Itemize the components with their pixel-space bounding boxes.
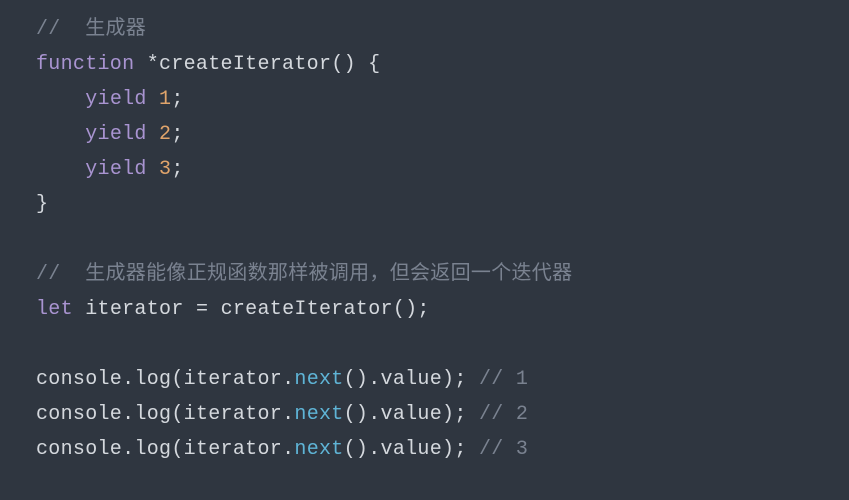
indent <box>36 158 85 181</box>
function-call: createIterator <box>221 298 393 321</box>
call-parens: () <box>344 368 369 391</box>
code-block: // 生成器 function *createIterator() { yiel… <box>36 12 819 467</box>
code-line: } <box>36 187 819 222</box>
semicolon: ; <box>171 158 183 181</box>
space <box>467 438 479 461</box>
code-line: let iterator = createIterator(); <box>36 292 819 327</box>
semicolon: ; <box>171 88 183 111</box>
code-line: console.log(iterator.next().value); // 3 <box>36 432 819 467</box>
space <box>208 298 220 321</box>
semicolon: ; <box>171 123 183 146</box>
identifier: iterator <box>85 298 183 321</box>
semicolon: ; <box>417 298 429 321</box>
blank-line <box>36 222 819 257</box>
identifier: iterator <box>184 438 282 461</box>
brace-open: { <box>356 53 381 76</box>
code-line: console.log(iterator.next().value); // 1 <box>36 362 819 397</box>
keyword-function: function <box>36 53 134 76</box>
comment: // 1 <box>479 368 528 391</box>
number-literal: 2 <box>159 123 171 146</box>
code-line: yield 2; <box>36 117 819 152</box>
call-parens: () <box>344 403 369 426</box>
code-line: // 生成器 <box>36 12 819 47</box>
space <box>467 368 479 391</box>
space <box>147 158 159 181</box>
code-line: console.log(iterator.next().value); // 2 <box>36 397 819 432</box>
code-line: function *createIterator() { <box>36 47 819 82</box>
dot: . <box>368 368 380 391</box>
identifier: iterator <box>184 368 282 391</box>
dot: . <box>282 438 294 461</box>
identifier-console: console <box>36 438 122 461</box>
comment: // 2 <box>479 403 528 426</box>
semicolon: ; <box>454 403 466 426</box>
brace-close: } <box>36 193 48 216</box>
dot: . <box>122 403 134 426</box>
parentheses: () <box>331 53 356 76</box>
dot: . <box>282 368 294 391</box>
dot: . <box>122 368 134 391</box>
dot: . <box>282 403 294 426</box>
code-line: yield 1; <box>36 82 819 117</box>
semicolon: ; <box>454 368 466 391</box>
comment: // 生成器能像正规函数那样被调用，但会返回一个迭代器 <box>36 263 572 286</box>
method-next: next <box>294 403 343 426</box>
keyword-yield: yield <box>85 158 147 181</box>
method-next: next <box>294 368 343 391</box>
space <box>147 88 159 111</box>
method-log: log <box>134 438 171 461</box>
paren-close: ) <box>442 403 454 426</box>
generator-star: * <box>134 53 159 76</box>
code-line: yield 3; <box>36 152 819 187</box>
paren-close: ) <box>442 438 454 461</box>
paren-open: ( <box>171 368 183 391</box>
blank-line <box>36 327 819 362</box>
code-line: // 生成器能像正规函数那样被调用，但会返回一个迭代器 <box>36 257 819 292</box>
identifier-console: console <box>36 368 122 391</box>
identifier: iterator <box>184 403 282 426</box>
keyword-let: let <box>36 298 73 321</box>
function-name: createIterator <box>159 53 331 76</box>
dot: . <box>368 403 380 426</box>
dot: . <box>368 438 380 461</box>
number-literal: 1 <box>159 88 171 111</box>
dot: . <box>122 438 134 461</box>
semicolon: ; <box>454 438 466 461</box>
property-value: value <box>381 438 443 461</box>
space <box>467 403 479 426</box>
parentheses: () <box>393 298 418 321</box>
paren-open: ( <box>171 438 183 461</box>
equals: = <box>196 298 208 321</box>
identifier-console: console <box>36 403 122 426</box>
method-log: log <box>134 403 171 426</box>
keyword-yield: yield <box>85 88 147 111</box>
space <box>147 123 159 146</box>
property-value: value <box>381 368 443 391</box>
method-next: next <box>294 438 343 461</box>
paren-open: ( <box>171 403 183 426</box>
property-value: value <box>381 403 443 426</box>
comment: // 生成器 <box>36 18 146 41</box>
call-parens: () <box>344 438 369 461</box>
space <box>73 298 85 321</box>
indent <box>36 88 85 111</box>
space <box>184 298 196 321</box>
method-log: log <box>134 368 171 391</box>
number-literal: 3 <box>159 158 171 181</box>
comment: // 3 <box>479 438 528 461</box>
keyword-yield: yield <box>85 123 147 146</box>
indent <box>36 123 85 146</box>
paren-close: ) <box>442 368 454 391</box>
